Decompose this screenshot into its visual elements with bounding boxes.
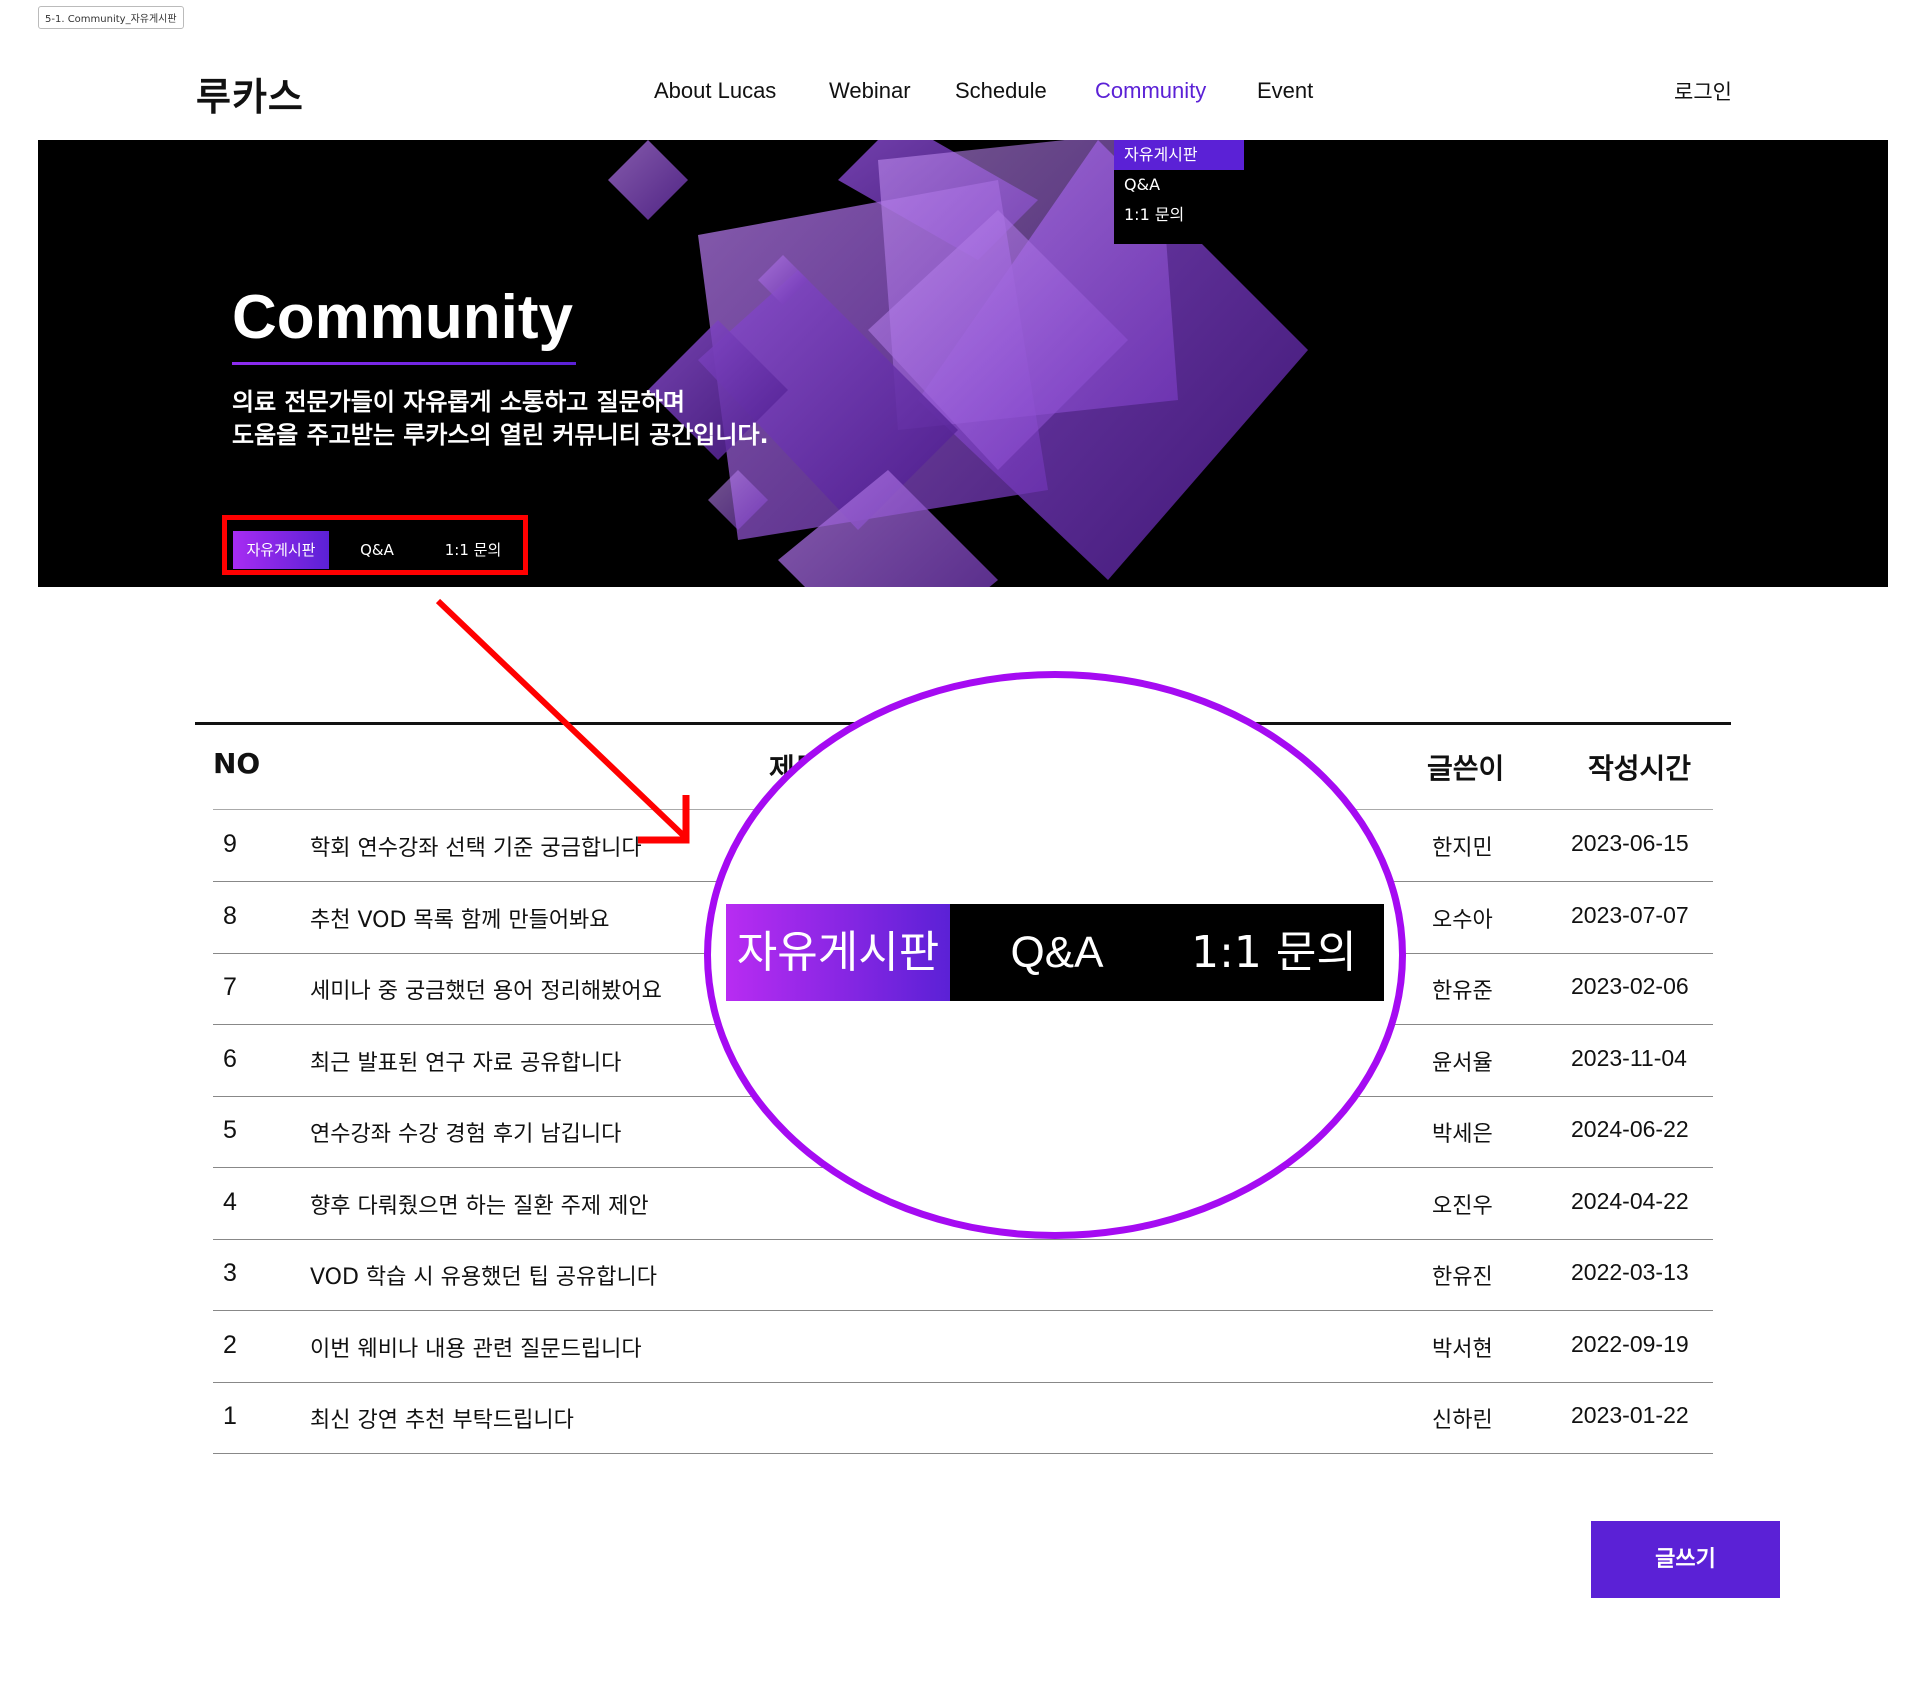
row-no: 9 [223, 830, 237, 858]
row-date: 2023-01-22 [1571, 1402, 1689, 1428]
row-no: 5 [223, 1116, 237, 1144]
main-nav: About Lucas Webinar Schedule Community E… [0, 78, 1920, 108]
zoom-tab-inquiry: 1:1 문의 [1191, 927, 1357, 978]
row-date: 2023-11-04 [1571, 1044, 1687, 1071]
hero-description: 의료 전문가들이 자유롭게 소통하고 질문하며 도움을 주고받는 루카스의 열린… [232, 386, 769, 452]
row-author: 박서현 [1432, 1336, 1493, 1362]
write-button[interactable]: 글쓰기 [1591, 1521, 1780, 1598]
tab-inquiry[interactable]: 1:1 문의 [425, 531, 521, 569]
row-date: 2023-06-15 [1571, 830, 1689, 856]
row-author: 오수아 [1432, 907, 1493, 933]
frame-label: 5-1. Community_자유게시판 [38, 6, 184, 29]
row-author: 한유진 [1432, 1265, 1493, 1290]
hero-tabs: 자유게시판 Q&A 1:1 문의 [233, 531, 521, 569]
hero-description-line-1: 의료 전문가들이 자유롭게 소통하고 질문하며 [232, 388, 685, 416]
row-no: 4 [223, 1187, 237, 1216]
row-author: 신하린 [1432, 1408, 1493, 1433]
nav-community[interactable]: Community [1095, 78, 1206, 104]
row-title[interactable]: 이번 웨비나 내용 관련 질문드립니다 [310, 1331, 642, 1363]
dropdown-item-qna[interactable]: Q&A [1114, 170, 1244, 200]
row-no: 3 [223, 1259, 237, 1287]
nav-webinar[interactable]: Webinar [829, 78, 911, 104]
row-no: 8 [223, 901, 237, 930]
row-title[interactable]: 세미나 중 궁금했던 용어 정리해봤어요 [310, 973, 662, 1005]
row-no: 7 [223, 973, 237, 1001]
row-no: 6 [223, 1044, 237, 1073]
row-author: 한유준 [1432, 979, 1493, 1004]
row-author: 한지민 [1432, 836, 1493, 861]
zoom-tab-free-board: 자유게시판 [726, 904, 950, 1001]
row-date: 2023-02-06 [1571, 973, 1689, 999]
row-author: 오진우 [1432, 1193, 1493, 1219]
tab-qna[interactable]: Q&A [329, 531, 425, 569]
row-title[interactable]: 최근 발표된 연구 자료 공유합니다 [310, 1045, 621, 1077]
row-title[interactable]: 향후 다뤄줬으면 하는 질환 주제 제안 [310, 1188, 649, 1220]
row-date: 2023-07-07 [1571, 901, 1689, 928]
nav-event[interactable]: Event [1257, 78, 1313, 104]
row-date: 2024-04-22 [1571, 1187, 1689, 1214]
row-title[interactable]: 추천 VOD 목록 함께 만들어봐요 [310, 902, 610, 934]
row-date: 2024-06-22 [1571, 1116, 1689, 1142]
row-date: 2022-03-13 [1571, 1259, 1689, 1285]
row-title[interactable]: 학회 연수강좌 선택 기준 궁금합니다 [310, 830, 642, 862]
hero-description-line-2: 도움을 주고받는 루카스의 열린 커뮤니티 공간입니다. [232, 421, 769, 449]
header-author: 글쓴이 [1427, 752, 1505, 785]
table-row[interactable]: 2 이번 웨비나 내용 관련 질문드립니다 박서현 2022-09-19 [213, 1311, 1713, 1383]
row-author: 박세은 [1432, 1122, 1493, 1147]
nav-schedule[interactable]: Schedule [955, 78, 1047, 104]
row-date: 2022-09-19 [1571, 1330, 1689, 1357]
community-dropdown: 자유게시판 Q&A 1:1 문의 [1114, 140, 1244, 244]
row-title[interactable]: 최신 강연 추천 부탁드립니다 [310, 1402, 574, 1434]
hero-banner: Community 의료 전문가들이 자유롭게 소통하고 질문하며 도움을 주고… [38, 140, 1888, 587]
hero-title-underline [232, 362, 576, 365]
row-title[interactable]: 연수강좌 수강 경험 후기 남깁니다 [310, 1116, 621, 1148]
tab-free-board[interactable]: 자유게시판 [233, 531, 329, 569]
row-no: 1 [223, 1402, 237, 1430]
header-no: NO [213, 747, 261, 780]
row-no: 2 [223, 1330, 237, 1359]
login-link[interactable]: 로그인 [1674, 76, 1732, 106]
nav-about-lucas[interactable]: About Lucas [654, 78, 776, 104]
header-date: 작성시간 [1588, 752, 1692, 785]
table-row[interactable]: 3 VOD 학습 시 유용했던 팁 공유합니다 한유진 2022-03-13 [213, 1239, 1713, 1311]
dropdown-item-inquiry[interactable]: 1:1 문의 [1114, 200, 1244, 230]
row-title[interactable]: VOD 학습 시 유용했던 팁 공유합니다 [310, 1259, 657, 1291]
table-row[interactable]: 1 최신 강연 추천 부탁드립니다 신하린 2023-01-22 [213, 1382, 1713, 1454]
row-author: 윤서율 [1432, 1050, 1493, 1076]
zoomed-tabs: 자유게시판 Q&A 1:1 문의 [726, 904, 1384, 1001]
dropdown-item-free-board[interactable]: 자유게시판 [1114, 140, 1244, 170]
zoom-tab-qna: Q&A [1010, 928, 1104, 977]
hero-title: Community [232, 283, 573, 352]
